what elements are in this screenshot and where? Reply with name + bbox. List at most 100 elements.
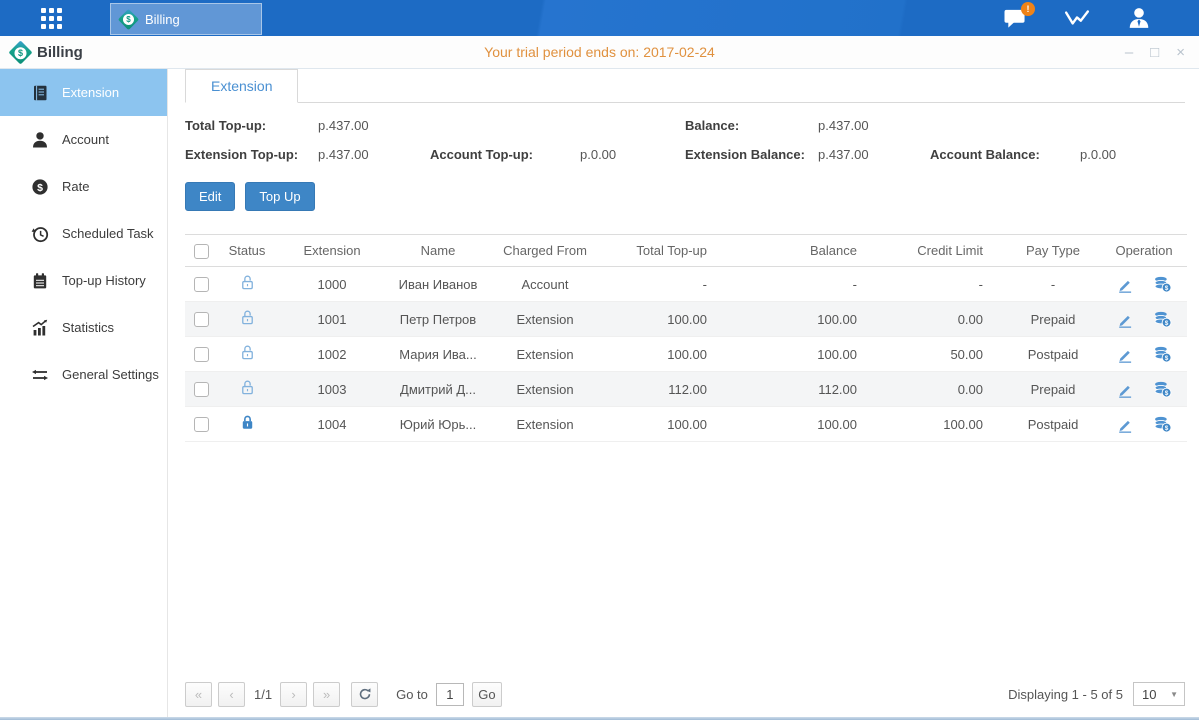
close-icon[interactable]: × bbox=[1176, 45, 1185, 60]
balance-label: Balance: bbox=[685, 118, 818, 133]
taskbar-tab-billing[interactable]: $ Billing bbox=[110, 3, 262, 35]
window-title: Billing bbox=[37, 44, 83, 61]
account-balance-label: Account Balance: bbox=[930, 147, 1080, 162]
page-size-select[interactable]: 10 ▼ bbox=[1133, 682, 1185, 706]
goto-label: Go to bbox=[396, 687, 428, 702]
edit-row-icon[interactable] bbox=[1116, 276, 1133, 293]
minimize-icon[interactable]: – bbox=[1125, 45, 1133, 60]
cell-pay-type: Postpaid bbox=[1005, 407, 1101, 442]
edit-button[interactable]: Edit bbox=[185, 182, 235, 211]
col-status: Status bbox=[217, 235, 277, 267]
sidebar-item-label: Extension bbox=[62, 85, 119, 100]
lock-closed-icon[interactable] bbox=[239, 414, 256, 431]
svg-text:$: $ bbox=[1165, 424, 1169, 431]
journal-icon bbox=[31, 84, 49, 102]
clock-history-icon bbox=[31, 225, 49, 243]
trial-notice: Your trial period ends on: 2017-02-24 bbox=[484, 44, 715, 60]
sidebar-item-topup-history[interactable]: Top-up History bbox=[0, 257, 167, 304]
cell-total-topup: 100.00 bbox=[601, 302, 729, 337]
col-credit-limit: Credit Limit bbox=[879, 235, 1005, 267]
sidebar-item-statistics[interactable]: Statistics bbox=[0, 304, 167, 351]
extensions-table: Status Extension Name Charged From Total… bbox=[185, 234, 1187, 442]
apps-grid-icon[interactable] bbox=[34, 5, 68, 31]
row-checkbox[interactable] bbox=[194, 382, 209, 397]
chevron-down-icon: ▼ bbox=[1170, 690, 1178, 699]
top-up-row-icon[interactable]: $ bbox=[1153, 276, 1172, 293]
billing-window-icon: $ bbox=[8, 40, 32, 64]
user-account-icon[interactable] bbox=[1127, 7, 1151, 29]
last-page-button[interactable]: » bbox=[313, 682, 340, 707]
sidebar-item-label: Scheduled Task bbox=[62, 226, 154, 241]
edit-row-icon[interactable] bbox=[1116, 346, 1133, 363]
edit-row-icon[interactable] bbox=[1116, 416, 1133, 433]
cell-name: Дмитрий Д... bbox=[387, 372, 489, 407]
balance-value: p.437.00 bbox=[818, 118, 930, 133]
messages-icon[interactable]: ! bbox=[1003, 8, 1027, 29]
page-indicator: 1/1 bbox=[254, 687, 272, 702]
next-page-button[interactable]: › bbox=[280, 682, 307, 707]
cell-balance: - bbox=[729, 267, 879, 302]
row-checkbox[interactable] bbox=[194, 277, 209, 292]
cell-name: Юрий Юрь... bbox=[387, 407, 489, 442]
top-up-row-icon[interactable]: $ bbox=[1153, 381, 1172, 398]
cell-total-topup: 100.00 bbox=[601, 337, 729, 372]
top-up-row-icon[interactable]: $ bbox=[1153, 311, 1172, 328]
cell-charged-from: Extension bbox=[489, 302, 601, 337]
account-topup-value: p.0.00 bbox=[580, 147, 685, 162]
refresh-icon[interactable] bbox=[351, 682, 378, 707]
sidebar-item-label: General Settings bbox=[62, 367, 159, 382]
cell-extension: 1001 bbox=[277, 302, 387, 337]
cell-pay-type: Prepaid bbox=[1005, 302, 1101, 337]
top-up-row-icon[interactable]: $ bbox=[1153, 416, 1172, 433]
lock-open-icon[interactable] bbox=[239, 309, 256, 326]
go-button[interactable]: Go bbox=[472, 682, 502, 707]
select-all-checkbox[interactable] bbox=[194, 244, 209, 259]
sliders-icon bbox=[31, 366, 49, 384]
col-balance: Balance bbox=[729, 235, 879, 267]
sidebar-item-label: Statistics bbox=[62, 320, 114, 335]
cell-charged-from: Account bbox=[489, 267, 601, 302]
dollar-circle-icon: $ bbox=[31, 178, 49, 196]
taskbar: $ Billing ! bbox=[0, 0, 1199, 36]
cell-extension: 1004 bbox=[277, 407, 387, 442]
sidebar-item-rate[interactable]: $ Rate bbox=[0, 163, 167, 210]
total-topup-label: Total Top-up: bbox=[185, 118, 318, 133]
window-titlebar: $ Billing Your trial period ends on: 201… bbox=[0, 36, 1199, 69]
reports-chart-icon[interactable] bbox=[1064, 7, 1090, 29]
lock-open-icon[interactable] bbox=[239, 344, 256, 361]
svg-text:$: $ bbox=[1165, 354, 1169, 361]
row-checkbox[interactable] bbox=[194, 347, 209, 362]
sidebar-item-extension[interactable]: Extension bbox=[0, 69, 167, 116]
tab-extension[interactable]: Extension bbox=[185, 69, 298, 103]
extension-topup-label: Extension Top-up: bbox=[185, 147, 318, 162]
sidebar-item-general-settings[interactable]: General Settings bbox=[0, 351, 167, 398]
sidebar-item-scheduled-task[interactable]: Scheduled Task bbox=[0, 210, 167, 257]
cell-pay-type: Postpaid bbox=[1005, 337, 1101, 372]
col-total-topup: Total Top-up bbox=[601, 235, 729, 267]
edit-row-icon[interactable] bbox=[1116, 311, 1133, 328]
top-up-button[interactable]: Top Up bbox=[245, 182, 314, 211]
cell-credit-limit: 0.00 bbox=[879, 302, 1005, 337]
cell-extension: 1003 bbox=[277, 372, 387, 407]
cell-credit-limit: 0.00 bbox=[879, 372, 1005, 407]
cell-balance: 100.00 bbox=[729, 302, 879, 337]
prev-page-button[interactable]: ‹ bbox=[218, 682, 245, 707]
page-size-value: 10 bbox=[1142, 687, 1156, 702]
cell-balance: 112.00 bbox=[729, 372, 879, 407]
goto-page-input[interactable] bbox=[436, 683, 464, 706]
maximize-icon[interactable]: □ bbox=[1150, 45, 1159, 60]
cell-name: Иван Иванов bbox=[387, 267, 489, 302]
top-up-row-icon[interactable]: $ bbox=[1153, 346, 1172, 363]
row-checkbox[interactable] bbox=[194, 417, 209, 432]
bar-chart-icon bbox=[31, 319, 49, 337]
lock-open-icon[interactable] bbox=[239, 379, 256, 396]
table-row: 1003 Дмитрий Д... Extension 112.00 112.0… bbox=[185, 372, 1187, 407]
lock-open-icon[interactable] bbox=[239, 274, 256, 291]
cell-balance: 100.00 bbox=[729, 337, 879, 372]
tab-bar: Extension bbox=[185, 69, 1185, 103]
first-page-button[interactable]: « bbox=[185, 682, 212, 707]
edit-row-icon[interactable] bbox=[1116, 381, 1133, 398]
row-checkbox[interactable] bbox=[194, 312, 209, 327]
cell-credit-limit: 50.00 bbox=[879, 337, 1005, 372]
sidebar-item-account[interactable]: Account bbox=[0, 116, 167, 163]
